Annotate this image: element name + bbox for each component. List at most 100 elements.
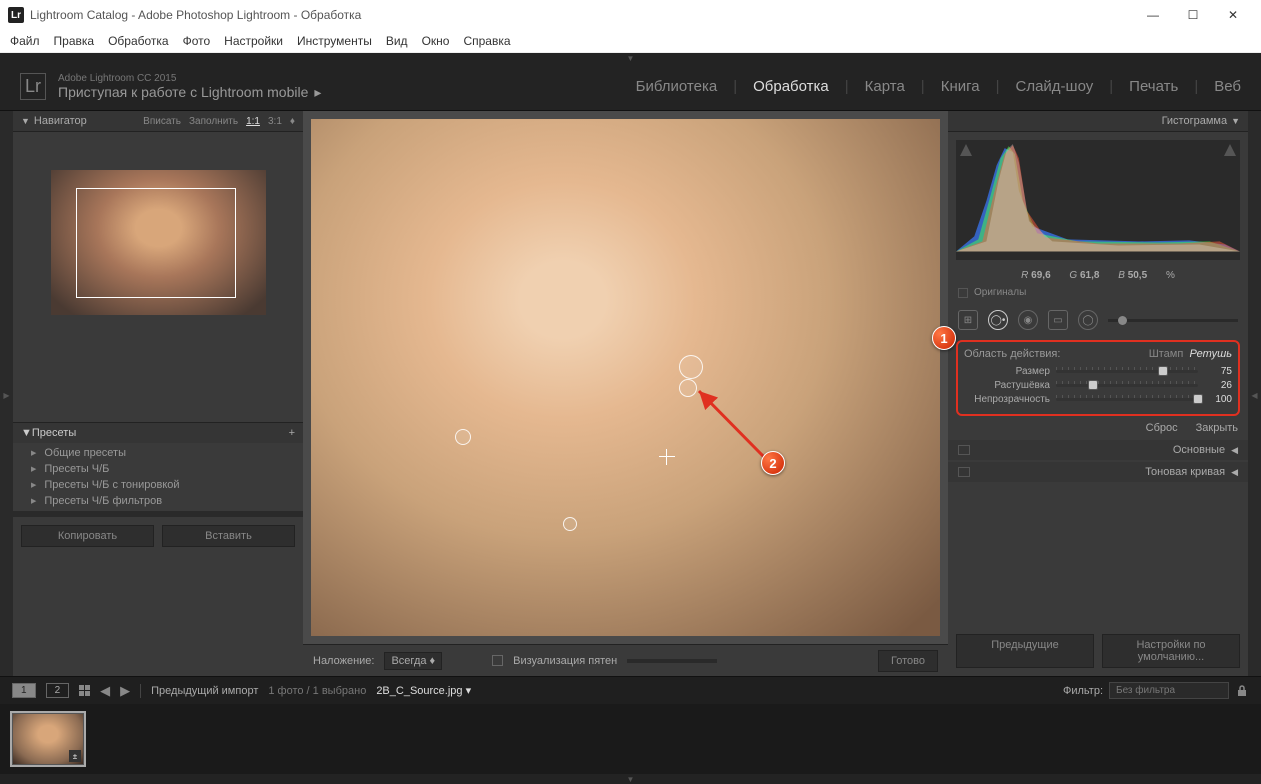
close-button[interactable]: ✕ xyxy=(1213,0,1253,30)
originals-row[interactable]: Оригиналы xyxy=(948,283,1248,302)
histogram-header[interactable]: Гистограмма ▼ xyxy=(948,111,1248,132)
logo: Lr xyxy=(20,73,46,100)
filter-label: Фильтр: xyxy=(1063,685,1103,697)
mode-stamp[interactable]: Штамп xyxy=(1149,348,1184,360)
crop-tool-icon[interactable]: ⊞ xyxy=(958,310,978,330)
nav-zoom-dropdown-icon[interactable]: ♦ xyxy=(290,116,295,127)
paste-button[interactable]: Вставить xyxy=(162,525,295,547)
spot-tool-icon[interactable]: ◯• xyxy=(988,310,1008,330)
app-icon: Lr xyxy=(8,7,24,23)
navigator-panel[interactable] xyxy=(13,132,303,422)
presets-list: Общие пресеты Пресеты Ч/Б Пресеты Ч/Б с … xyxy=(13,443,303,511)
spot-circle[interactable] xyxy=(679,355,703,379)
titlebar: Lr Lightroom Catalog - Adobe Photoshop L… xyxy=(0,0,1261,30)
filter-dropdown[interactable]: Без фильтра xyxy=(1109,682,1229,699)
filter-lock-icon[interactable] xyxy=(1235,684,1249,698)
size-slider[interactable] xyxy=(1056,370,1198,373)
filmstrip-thumbnail[interactable]: ± xyxy=(12,713,84,765)
module-map[interactable]: Карта xyxy=(865,78,905,95)
visualize-spots-label: Визуализация пятен xyxy=(513,655,617,667)
product-name: Adobe Lightroom CC 2015 xyxy=(58,73,321,84)
nav-3to1[interactable]: 3:1 xyxy=(268,116,282,127)
panel-switch-icon[interactable] xyxy=(958,467,970,477)
close-button[interactable]: Закрыть xyxy=(1196,422,1238,434)
filmstrip[interactable]: ± xyxy=(0,704,1261,774)
grid-view-icon[interactable] xyxy=(79,685,90,696)
histogram[interactable] xyxy=(956,140,1240,260)
module-web[interactable]: Веб xyxy=(1214,78,1241,95)
navigator-header[interactable]: ▼ Навигатор Вписать Заполнить 1:1 3:1 ♦ xyxy=(13,111,303,132)
right-strip[interactable] xyxy=(1248,111,1261,676)
main-display-button[interactable]: 1 xyxy=(12,683,36,698)
presets-header[interactable]: ▼ Пресеты + xyxy=(13,423,303,443)
spot-circle[interactable] xyxy=(563,517,577,531)
opacity-slider[interactable] xyxy=(1056,398,1198,401)
nav-1to1[interactable]: 1:1 xyxy=(246,116,260,127)
prev-photo-button[interactable]: ◀ xyxy=(100,683,110,699)
identity-bar: Lr Adobe Lightroom CC 2015 Приступая к р… xyxy=(0,63,1261,111)
left-strip[interactable] xyxy=(0,111,13,676)
triangle-left-icon: ◀ xyxy=(1231,445,1238,456)
menu-photo[interactable]: Фото xyxy=(183,34,211,48)
navigator-crop-rect[interactable] xyxy=(76,188,236,298)
module-library[interactable]: Библиотека xyxy=(636,78,718,95)
menu-view[interactable]: Вид xyxy=(386,34,408,48)
next-photo-button[interactable]: ▶ xyxy=(120,683,130,699)
mobile-link[interactable]: Приступая к работе с Lightroom mobile ▸ xyxy=(58,84,321,101)
nav-fit[interactable]: Вписать xyxy=(143,116,181,127)
add-preset-button[interactable]: + xyxy=(289,427,295,439)
spot-circle[interactable] xyxy=(455,429,471,445)
preset-folder[interactable]: Пресеты Ч/Б фильтров xyxy=(13,493,303,509)
defaults-button[interactable]: Настройки по умолчанию... xyxy=(1102,634,1240,668)
module-develop[interactable]: Обработка xyxy=(753,78,829,95)
reset-button[interactable]: Сброс xyxy=(1146,422,1178,434)
basic-header[interactable]: Основные ◀ xyxy=(948,440,1248,460)
preset-folder[interactable]: Пресеты Ч/Б xyxy=(13,461,303,477)
feather-slider[interactable] xyxy=(1056,384,1198,387)
done-button[interactable]: Готово xyxy=(878,650,938,672)
brush-size-slider[interactable] xyxy=(1108,319,1238,322)
visualize-slider[interactable] xyxy=(627,659,717,663)
redeye-tool-icon[interactable]: ◉ xyxy=(1018,310,1038,330)
menu-file[interactable]: Файл xyxy=(10,34,40,48)
gradient-tool-icon[interactable]: ▭ xyxy=(1048,310,1068,330)
module-print[interactable]: Печать xyxy=(1129,78,1178,95)
second-display-button[interactable]: 2 xyxy=(46,683,70,698)
preset-folder[interactable]: Пресеты Ч/Б с тонировкой xyxy=(13,477,303,493)
size-value: 75 xyxy=(1204,366,1232,377)
preset-folder[interactable]: Общие пресеты xyxy=(13,445,303,461)
menu-settings[interactable]: Настройки xyxy=(224,34,283,48)
tone-curve-header[interactable]: Тоновая кривая ◀ xyxy=(948,462,1248,482)
menu-window[interactable]: Окно xyxy=(422,34,450,48)
previous-button[interactable]: Предыдущие xyxy=(956,634,1094,668)
filmstrip-toolbar: 1 2 ◀ ▶ Предыдущий импорт 1 фото / 1 выб… xyxy=(0,676,1261,704)
menu-edit[interactable]: Правка xyxy=(54,34,95,48)
triangle-down-icon: ▼ xyxy=(21,427,32,439)
menu-tools[interactable]: Инструменты xyxy=(297,34,372,48)
navigator-thumbnail[interactable] xyxy=(51,170,266,315)
menu-develop[interactable]: Обработка xyxy=(108,34,169,48)
radial-tool-icon[interactable]: ◯ xyxy=(1078,310,1098,330)
module-slideshow[interactable]: Слайд-шоу xyxy=(1016,78,1094,95)
bottom-collapse[interactable]: ▼ xyxy=(0,774,1261,784)
image-preview[interactable]: 2 xyxy=(311,119,940,636)
minimize-button[interactable]: — xyxy=(1133,0,1173,30)
source-label[interactable]: Предыдущий импорт xyxy=(151,685,258,697)
module-book[interactable]: Книга xyxy=(941,78,980,95)
module-picker: Библиотека| Обработка| Карта| Книга| Сла… xyxy=(636,78,1241,95)
crosshair-cursor-icon xyxy=(659,449,675,465)
mode-heal[interactable]: Ретушь xyxy=(1189,348,1232,360)
maximize-button[interactable]: ☐ xyxy=(1173,0,1213,30)
filename[interactable]: 2B_C_Source.jpg ▾ xyxy=(376,684,471,697)
originals-checkbox[interactable] xyxy=(958,288,968,298)
menu-help[interactable]: Справка xyxy=(463,34,510,48)
visualize-spots-checkbox[interactable] xyxy=(492,655,503,666)
copy-button[interactable]: Копировать xyxy=(21,525,154,547)
overlay-label: Наложение: xyxy=(313,655,374,667)
triangle-down-icon: ▼ xyxy=(21,116,30,126)
panel-switch-icon[interactable] xyxy=(958,445,970,455)
top-collapse[interactable]: ▼ xyxy=(0,53,1261,63)
nav-fill[interactable]: Заполнить xyxy=(189,116,238,127)
overlay-dropdown[interactable]: Всегда ♦ xyxy=(384,652,442,670)
feather-label: Растушёвка xyxy=(964,380,1050,391)
